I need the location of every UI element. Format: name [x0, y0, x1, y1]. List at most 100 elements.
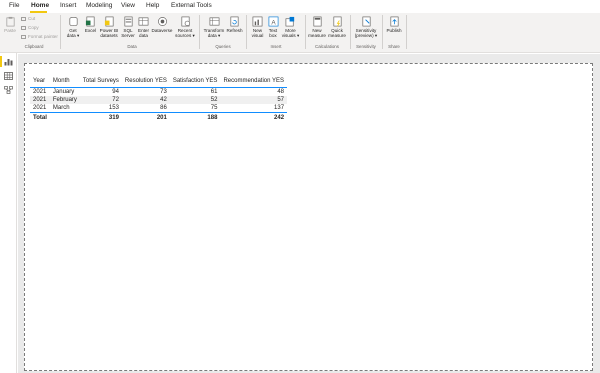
menu-help[interactable]: Help: [146, 2, 159, 9]
format-painter-button[interactable]: Format painter: [21, 34, 58, 39]
publish-button[interactable]: Publish: [385, 15, 403, 33]
menu-bar: File Home Insert Modeling View Help Exte…: [0, 0, 600, 13]
view-switcher-rail: [0, 53, 17, 373]
total-label: Total: [30, 112, 50, 122]
power-bi-datasets-button[interactable]: Power BI datasets: [98, 15, 120, 38]
menu-modeling[interactable]: Modeling: [86, 2, 112, 9]
sensitivity-label-icon: [362, 16, 370, 27]
table-cell: 86: [160, 105, 167, 111]
ribbon-divider: [382, 15, 383, 49]
table-cell: 75: [210, 105, 218, 111]
column-header[interactable]: Recommendation YES: [220, 78, 288, 88]
format-painter-icon: [21, 34, 26, 39]
quick-measure-button[interactable]: Quick measure: [327, 15, 347, 38]
table-total-row: Total 319 201 188 242: [30, 112, 288, 122]
sensitivity-button[interactable]: Sensitivity (preview) ▾: [353, 15, 379, 38]
group-label-data: Data: [127, 44, 137, 49]
ribbon-divider: [60, 15, 61, 49]
more-visuals-icon: [285, 16, 295, 27]
column-header[interactable]: Total Surveys: [79, 78, 122, 88]
column-header[interactable]: Year: [30, 78, 50, 88]
table-cell: 2021: [33, 89, 47, 95]
menu-view[interactable]: View: [121, 2, 135, 9]
total-cell: 319: [79, 112, 122, 122]
menu-insert[interactable]: Insert: [60, 2, 76, 9]
table-cell: 48: [277, 89, 285, 95]
dataset-icon: [104, 16, 113, 27]
group-label-queries: Queries: [215, 44, 231, 49]
refresh-button[interactable]: Refresh: [226, 15, 243, 33]
total-cell: 201: [121, 112, 170, 122]
copy-icon: [21, 25, 26, 30]
more-visuals-button[interactable]: More visuals ▾: [280, 15, 301, 38]
database-icon: [69, 16, 77, 27]
report-view-icon[interactable]: [4, 58, 13, 66]
total-cell: 242: [220, 112, 288, 122]
svg-text:A: A: [271, 19, 276, 26]
column-header[interactable]: Month: [49, 78, 80, 88]
sql-server-button[interactable]: SQL Server: [120, 15, 136, 38]
calculator-icon: [313, 16, 321, 27]
table-cell: February: [49, 96, 80, 104]
dataverse-button[interactable]: Dataverse: [151, 15, 173, 33]
ribbon-divider: [199, 15, 200, 49]
table-cell: 52: [169, 96, 221, 104]
table-cell: 57: [220, 96, 288, 104]
table-cell: January: [52, 89, 75, 95]
menu-file[interactable]: File: [9, 2, 19, 9]
table-cell: 137: [274, 105, 285, 111]
text-box-icon: A: [268, 16, 278, 27]
table-visual[interactable]: Year Month Total Surveys Resolution YES …: [30, 78, 288, 122]
group-label-insert: Insert: [270, 44, 282, 49]
table-cell: 73: [160, 89, 167, 95]
scissors-icon: [21, 16, 26, 21]
table-grid-icon: [138, 17, 149, 26]
group-label-clipboard: Clipboard: [24, 44, 44, 49]
dataverse-icon: [157, 17, 167, 26]
recent-sources-button[interactable]: Recent sources ▾: [174, 15, 196, 38]
model-view-icon[interactable]: [4, 86, 13, 94]
paste-icon: [5, 16, 15, 27]
excel-button[interactable]: Excel: [83, 15, 98, 33]
ribbon-divider: [350, 15, 351, 49]
new-measure-button[interactable]: New measure: [307, 15, 327, 38]
transform-data-button[interactable]: Transform data ▾: [202, 15, 226, 38]
table-cell: 2021: [33, 105, 47, 111]
menu-home[interactable]: Home: [31, 2, 49, 9]
table-row: 2021 March 153 86 75 137: [30, 104, 287, 113]
recent-sources-icon: [181, 16, 190, 27]
refresh-icon: [230, 16, 239, 27]
enter-data-button[interactable]: Enter data: [136, 15, 151, 38]
text-box-button[interactable]: A Text box: [266, 15, 280, 38]
column-header[interactable]: Resolution YES: [121, 78, 170, 88]
ribbon-divider: [406, 15, 407, 49]
group-label-share: Share: [388, 44, 400, 49]
table-cell: 94: [112, 89, 119, 95]
ribbon-divider: [246, 15, 247, 49]
menu-external-tools[interactable]: External Tools: [171, 2, 212, 9]
quick-measure-icon: [333, 16, 341, 27]
table-cell: March: [52, 105, 70, 111]
paste-button[interactable]: Paste: [3, 15, 17, 33]
excel-icon: [85, 16, 95, 27]
table-header-row: Year Month Total Surveys Resolution YES …: [30, 78, 288, 88]
ribbon-divider: [305, 15, 306, 49]
table-cell: 61: [210, 89, 218, 95]
new-visual-button[interactable]: New visual: [249, 15, 266, 38]
column-header[interactable]: Satisfaction YES: [169, 78, 221, 88]
bar-chart-icon: [252, 16, 263, 27]
table-cell: [49, 112, 80, 122]
publish-icon: [390, 16, 398, 27]
table-cell: 42: [121, 96, 170, 104]
total-cell: 188: [169, 112, 221, 122]
table-cell: 72: [79, 96, 122, 104]
table-cell: 153: [108, 105, 119, 111]
get-data-button[interactable]: Get data ▾: [63, 15, 83, 38]
copy-button[interactable]: Copy: [21, 25, 39, 30]
group-label-calculations: Calculations: [315, 44, 339, 49]
sql-server-icon: [124, 16, 132, 27]
table-cell: 2021: [30, 96, 50, 104]
data-view-icon[interactable]: [4, 72, 13, 80]
cut-button[interactable]: Cut: [21, 16, 35, 21]
table-row: 2021 February 72 42 52 57: [30, 96, 288, 104]
